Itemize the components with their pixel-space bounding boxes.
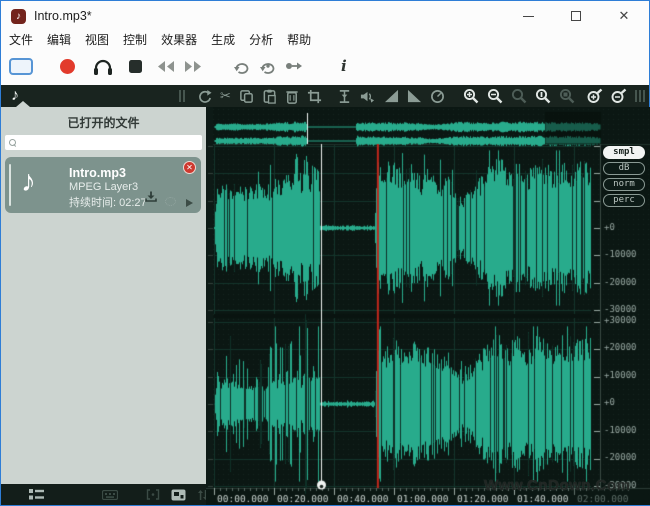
file-duration: 持续时间: 02:27 (69, 194, 147, 210)
menu-help[interactable]: 帮助 (287, 31, 323, 48)
menu-effects[interactable]: 效果器 (161, 31, 209, 48)
menu-generate[interactable]: 生成 (211, 31, 247, 48)
menu-bar: 文件 编辑 视图 控制 效果器 生成 分析 帮助 (1, 31, 649, 47)
music-note-icon: ♪ (21, 165, 36, 199)
selection-bounds-icon[interactable] (146, 489, 160, 500)
play-to-end-button[interactable] (285, 61, 303, 71)
file-search-box[interactable] (5, 135, 202, 150)
loop-selection-icon (259, 59, 276, 74)
scale-unit-buttons: smpl dB norm perc (603, 146, 645, 207)
file-name: Intro.mp3 (69, 166, 126, 180)
minimize-icon (523, 16, 534, 17)
search-icon (9, 139, 17, 147)
zoom-out-button[interactable] (487, 88, 503, 104)
toolbar-drag-handle[interactable] (179, 90, 185, 102)
menu-analyze[interactable]: 分析 (249, 31, 285, 48)
zoom-all-button[interactable] (511, 88, 527, 104)
rewind-button[interactable] (156, 60, 176, 73)
file-list-view-icon[interactable] (29, 489, 44, 500)
zoom-selection-button[interactable] (559, 88, 575, 104)
fast-forward-button[interactable] (183, 60, 203, 73)
trim-button[interactable] (307, 89, 322, 104)
app-window: ♪ Intro.mp3* ✕ 文件 编辑 视图 控制 效果器 生成 分析 帮助 (0, 0, 650, 506)
adjust-amplitude-button[interactable] (338, 89, 351, 104)
unit-button-db[interactable]: dB (603, 162, 645, 175)
unit-button-smpl[interactable]: smpl (603, 146, 645, 159)
delete-button[interactable] (285, 89, 299, 104)
zoom-in-button[interactable] (463, 88, 479, 104)
loop-icon (233, 59, 250, 74)
sidebar-statusbar (1, 484, 206, 505)
menu-edit[interactable]: 编辑 (47, 31, 83, 48)
download-icon[interactable] (145, 189, 157, 207)
play-to-end-icon (285, 61, 303, 71)
file-card-accent (9, 164, 11, 206)
selection-tool-icon[interactable] (9, 58, 33, 75)
monitor-button[interactable] (92, 57, 114, 76)
transport-toolbar: i 44.1 kHz stereo -0000:00:54.460 (1, 47, 649, 85)
titlebar: ♪ Intro.mp3* ✕ (1, 1, 649, 31)
unit-button-perc[interactable]: perc (603, 194, 645, 207)
menu-file[interactable]: 文件 (9, 31, 45, 48)
maximize-button[interactable] (565, 5, 587, 27)
close-button[interactable]: ✕ (613, 5, 635, 27)
window-title: Intro.mp3* (34, 9, 92, 23)
waveform-canvas[interactable] (206, 107, 650, 505)
search-input[interactable] (17, 137, 202, 148)
toolbar-drag-handle-right[interactable] (635, 90, 645, 102)
sidebar-header: 已打开的文件 (1, 107, 206, 131)
fast-forward-icon (183, 60, 203, 73)
unit-button-norm[interactable]: norm (603, 178, 645, 191)
site-watermark: Www.CnDown.Com (484, 477, 630, 494)
fade-out-button[interactable] (407, 89, 422, 103)
info-button[interactable]: i (341, 57, 347, 75)
fade-in-button[interactable] (384, 89, 399, 103)
maximize-icon (571, 11, 581, 21)
thumbnail-view-icon[interactable] (171, 489, 186, 501)
loading-icon (165, 197, 176, 206)
loop-selection-button[interactable] (259, 59, 276, 74)
menu-control[interactable]: 控制 (123, 31, 159, 48)
minimize-button[interactable] (517, 5, 539, 27)
loop-button[interactable] (233, 59, 250, 74)
cut-button[interactable]: ✂ (220, 89, 231, 103)
normalize-button[interactable] (430, 89, 445, 104)
waveform-panel[interactable]: smpl dB norm perc Www.CnDown.Com (206, 107, 650, 505)
rewind-icon (156, 60, 176, 73)
mix-pan-button[interactable] (359, 89, 376, 104)
undo-button[interactable] (197, 89, 212, 104)
menu-view[interactable]: 视图 (85, 31, 121, 48)
vertical-zoom-out-button[interactable] (611, 88, 627, 104)
vertical-zoom-in-button[interactable] (587, 88, 603, 104)
record-button[interactable] (60, 59, 75, 74)
file-format: MPEG Layer3 (69, 181, 138, 193)
edit-toolbar: ♪ ✂ (1, 85, 649, 107)
active-tab-notch (16, 101, 30, 107)
paste-button[interactable] (262, 89, 277, 104)
close-file-button[interactable]: ✕ (183, 161, 196, 174)
keyboard-icon[interactable] (102, 490, 118, 500)
copy-button[interactable] (239, 89, 254, 104)
app-icon: ♪ (11, 9, 26, 24)
headphones-icon (92, 57, 114, 76)
play-file-icon[interactable] (186, 199, 193, 207)
file-list-item[interactable]: ♪ Intro.mp3 MPEG Layer3 持续时间: 02:27 ✕ (5, 157, 201, 213)
zoom-one-to-one-button[interactable] (535, 88, 551, 104)
close-icon: ✕ (619, 8, 630, 24)
files-sidebar: 已打开的文件 ♪ Intro.mp3 MPEG Layer3 持续时间: 02:… (1, 107, 206, 484)
stop-button[interactable] (129, 60, 142, 73)
